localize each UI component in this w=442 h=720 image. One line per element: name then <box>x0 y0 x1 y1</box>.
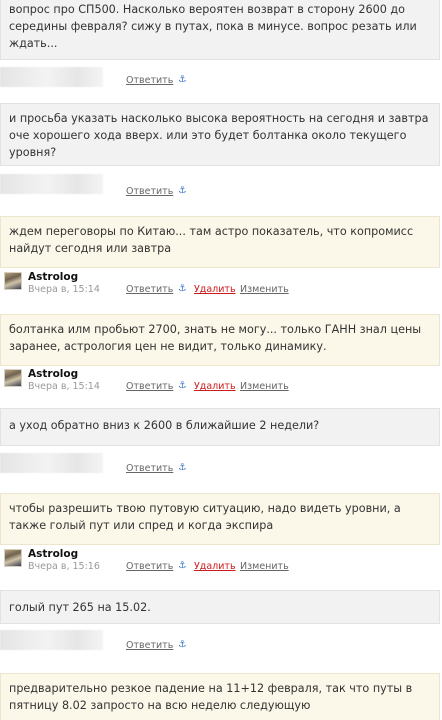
comment-meta: Ответить ⚓ <box>0 625 442 655</box>
comment-meta: Astrolog Вчера в, 15:14 Ответить ⚓ Удали… <box>0 367 442 397</box>
comment-body: предварительно резкое падение на 11+12 ф… <box>0 673 440 720</box>
author-name[interactable]: Astrolog <box>28 271 78 283</box>
comment-meta: Ответить ⚓ <box>0 169 442 199</box>
redacted-username <box>0 453 103 473</box>
comment-date: Вчера в, 15:14 <box>28 381 100 392</box>
delete-link[interactable]: Удалить <box>194 284 236 295</box>
comment-meta: Astrolog Вчера в, 15:14 Ответить ⚓ Удали… <box>0 270 442 300</box>
comment-text: голый пут 265 на 15.02. <box>9 601 151 614</box>
comment-meta: Ответить ⚓ <box>0 448 442 478</box>
comment-text: чтобы разрешить твою путовую ситуацию, н… <box>9 502 401 532</box>
edit-link[interactable]: Изменить <box>240 381 289 392</box>
comment-text: болтанка илм пробьют 2700, знать не могу… <box>9 323 422 353</box>
comment-date: Вчера в, 15:14 <box>28 284 100 295</box>
comment-text: вопрос про СП500. Насколько вероятен воз… <box>9 3 417 50</box>
comment-body: чтобы разрешить твою путовую ситуацию, н… <box>0 493 440 545</box>
comment-meta: Ответить ⚓ <box>0 62 442 92</box>
redacted-username <box>0 630 103 650</box>
edit-link[interactable]: Изменить <box>240 284 289 295</box>
redacted-username <box>0 174 103 194</box>
comment-text: ждем переговоры по Китаю... там астро по… <box>9 225 414 255</box>
comment-text: и просьба указать насколько высока вероя… <box>9 112 429 159</box>
comment-feed: вопрос про СП500. Насколько вероятен воз… <box>0 0 442 720</box>
anchor-icon[interactable]: ⚓ <box>178 560 187 571</box>
comment-text: предварительно резкое падение на 11+12 ф… <box>9 682 413 712</box>
reply-link[interactable]: Ответить <box>126 186 173 197</box>
anchor-icon[interactable]: ⚓ <box>178 185 187 196</box>
comment-text: а уход обратно вниз к 2600 в ближайшие 2… <box>9 419 320 432</box>
delete-link[interactable]: Удалить <box>194 561 236 572</box>
reply-link[interactable]: Ответить <box>126 381 173 392</box>
reply-link[interactable]: Ответить <box>126 561 173 572</box>
comment-body: а уход обратно вниз к 2600 в ближайшие 2… <box>0 408 440 446</box>
delete-link[interactable]: Удалить <box>194 381 236 392</box>
redacted-username <box>0 67 103 87</box>
comment-meta: Astrolog Вчера в, 15:16 Ответить ⚓ Удали… <box>0 547 442 577</box>
reply-link[interactable]: Ответить <box>126 75 173 86</box>
author-avatar <box>4 369 22 387</box>
author-name[interactable]: Astrolog <box>28 368 78 380</box>
comment-body: ждем переговоры по Китаю... там астро по… <box>0 216 440 268</box>
anchor-icon[interactable]: ⚓ <box>178 74 187 85</box>
comment-body: голый пут 265 на 15.02. <box>0 590 440 624</box>
anchor-icon[interactable]: ⚓ <box>178 380 187 391</box>
reply-link[interactable]: Ответить <box>126 640 173 651</box>
anchor-icon[interactable]: ⚓ <box>178 462 187 473</box>
comment-date: Вчера в, 15:16 <box>28 561 100 572</box>
author-avatar <box>4 549 22 567</box>
comment-body: и просьба указать насколько высока вероя… <box>0 103 440 166</box>
anchor-icon[interactable]: ⚓ <box>178 639 187 650</box>
reply-link[interactable]: Ответить <box>126 463 173 474</box>
author-name[interactable]: Astrolog <box>28 548 78 560</box>
comment-body: вопрос про СП500. Насколько вероятен воз… <box>0 0 440 60</box>
anchor-icon[interactable]: ⚓ <box>178 283 187 294</box>
reply-link[interactable]: Ответить <box>126 284 173 295</box>
author-avatar <box>4 272 22 290</box>
edit-link[interactable]: Изменить <box>240 561 289 572</box>
comment-body: болтанка илм пробьют 2700, знать не могу… <box>0 314 440 366</box>
